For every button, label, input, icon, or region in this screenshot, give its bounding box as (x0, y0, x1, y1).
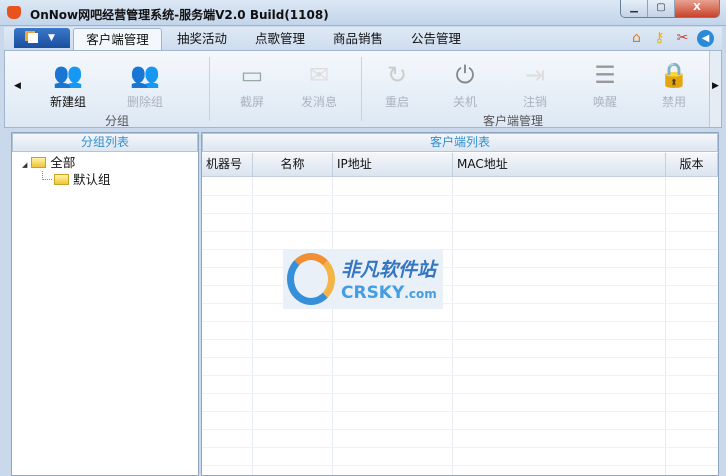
row-divider (202, 339, 718, 340)
watermark-logo (287, 253, 335, 305)
client-table: 机器号 名称 IP地址 MAC地址 版本 (202, 153, 718, 475)
group-label-groups: 分组 (105, 114, 130, 128)
row-divider (202, 321, 718, 322)
button-label: 删除组 (126, 95, 163, 109)
button-label: 截屏 (239, 95, 264, 109)
row-divider (202, 303, 718, 304)
row-divider (202, 231, 718, 232)
tools-icon[interactable]: ✂ (674, 30, 691, 47)
button-label: 禁用 (661, 95, 686, 109)
tree-connector (42, 171, 52, 180)
logoff-icon: ⇥ (524, 61, 546, 89)
tab-bar: ▼ 客户端管理 抽奖活动 点歌管理 商品销售 公告管理 ⌂ ⚷ ✂ ◀ (4, 27, 722, 51)
node-label: 全部 (50, 155, 76, 170)
window-title: OnNow网吧经营管理系统-服务端V2.0 Build(1108) (30, 8, 329, 22)
ribbon: ◀ 👥 新建组 👥 删除组 分组 ▭ 截屏 ✉ 发消息 ↻ 重启 ⏻ 关机 ⇥ … (4, 50, 722, 128)
row-divider (202, 429, 718, 430)
restart-button[interactable]: ↻ 重启 (369, 59, 425, 110)
maximize-button[interactable]: ▢ (648, 0, 675, 17)
column-divider (452, 177, 453, 475)
tab-song-request[interactable]: 点歌管理 (244, 28, 316, 51)
folder-icon (54, 174, 69, 185)
key-icon[interactable]: ⚷ (651, 30, 668, 47)
group-list-panel: 分组列表 ◢ 全部 默认组 (11, 132, 199, 476)
tab-announcements[interactable]: 公告管理 (400, 28, 472, 51)
expand-icon[interactable]: ◢ (22, 161, 27, 169)
screenshot-icon: ▭ (240, 61, 264, 89)
row-divider (202, 267, 718, 268)
restart-icon: ↻ (386, 61, 408, 89)
message-icon: ✉ (308, 61, 330, 89)
watermark-brand: CRSKY (341, 283, 405, 303)
watermark: 非凡软件站 CRSKY.com (283, 249, 443, 309)
minimize-button[interactable]: ▁ (621, 0, 648, 17)
column-divider (665, 177, 666, 475)
group-tree: ◢ 全部 默认组 (12, 152, 198, 188)
row-divider (202, 393, 718, 394)
group-label-client-management: 客户端管理 (483, 114, 544, 128)
row-divider (202, 285, 718, 286)
wake-icon: ☰ (594, 61, 616, 89)
add-group-icon: 👥 (53, 61, 83, 89)
column-header-ip[interactable]: IP地址 (333, 153, 453, 177)
ribbon-scroll-right[interactable]: ▶ (709, 51, 721, 127)
column-divider (332, 177, 333, 475)
column-header-version[interactable]: 版本 (666, 153, 718, 177)
tree-node-all[interactable]: ◢ 全部 (12, 154, 198, 171)
button-label: 发消息 (300, 95, 337, 109)
disable-button[interactable]: 🔒 禁用 (646, 59, 702, 110)
window-controls: ▁ ▢ X (620, 0, 720, 18)
column-header-machine-no[interactable]: 机器号 (202, 153, 253, 177)
column-header-name[interactable]: 名称 (253, 153, 333, 177)
button-label: 关机 (452, 95, 477, 109)
row-divider (202, 195, 718, 196)
title-bar: OnNow网吧经营管理系统-服务端V2.0 Build(1108) ▁ ▢ X (0, 0, 726, 26)
row-divider (202, 375, 718, 376)
tab-product-sales[interactable]: 商品销售 (322, 28, 394, 51)
shutdown-button[interactable]: ⏻ 关机 (437, 59, 493, 110)
sound-icon[interactable]: ◀ (697, 30, 714, 47)
tree-node-default-group[interactable]: 默认组 (12, 171, 198, 188)
button-label: 新建组 (49, 95, 86, 109)
new-group-button[interactable]: 👥 新建组 (40, 59, 96, 110)
group-list-title: 分组列表 (12, 133, 198, 152)
send-message-button[interactable]: ✉ 发消息 (291, 59, 347, 110)
chevron-right-icon: ▶ (712, 81, 719, 91)
app-menu-button[interactable]: ▼ (14, 28, 70, 48)
close-button[interactable]: X (675, 0, 719, 17)
logoff-button[interactable]: ⇥ 注销 (507, 59, 563, 110)
button-label: 注销 (522, 95, 547, 109)
delete-group-button[interactable]: 👥 删除组 (117, 59, 173, 110)
group-separator (209, 57, 210, 121)
row-divider (202, 213, 718, 214)
screenshot-button[interactable]: ▭ 截屏 (224, 59, 280, 110)
ribbon-scroll-left[interactable]: ◀ (14, 81, 21, 91)
home-icon[interactable]: ⌂ (628, 30, 645, 47)
watermark-text-cn: 非凡软件站 (341, 259, 437, 281)
tab-client-management[interactable]: 客户端管理 (73, 28, 162, 51)
delete-group-icon: 👥 (130, 61, 160, 89)
lock-icon: 🔒 (659, 61, 689, 89)
app-icon (7, 6, 21, 19)
group-separator (361, 57, 362, 121)
button-label: 唤醒 (592, 95, 617, 109)
watermark-text-en: CRSKY.com (341, 283, 437, 303)
row-divider (202, 357, 718, 358)
row-divider (202, 411, 718, 412)
folder-icon (31, 157, 47, 168)
column-divider (252, 177, 253, 475)
button-label: 重启 (384, 95, 409, 109)
row-divider (202, 447, 718, 448)
column-header-mac[interactable]: MAC地址 (453, 153, 666, 177)
node-label: 默认组 (73, 172, 111, 187)
client-list-panel: 客户端列表 机器号 名称 IP地址 MAC地址 版本 (201, 132, 719, 476)
power-icon: ⏻ (455, 61, 475, 89)
row-divider (202, 465, 718, 466)
tab-lottery[interactable]: 抽奖活动 (166, 28, 238, 51)
watermark-domain: .com (404, 287, 437, 301)
row-divider (202, 249, 718, 250)
client-list-title: 客户端列表 (202, 133, 718, 152)
wake-button[interactable]: ☰ 唤醒 (577, 59, 633, 110)
